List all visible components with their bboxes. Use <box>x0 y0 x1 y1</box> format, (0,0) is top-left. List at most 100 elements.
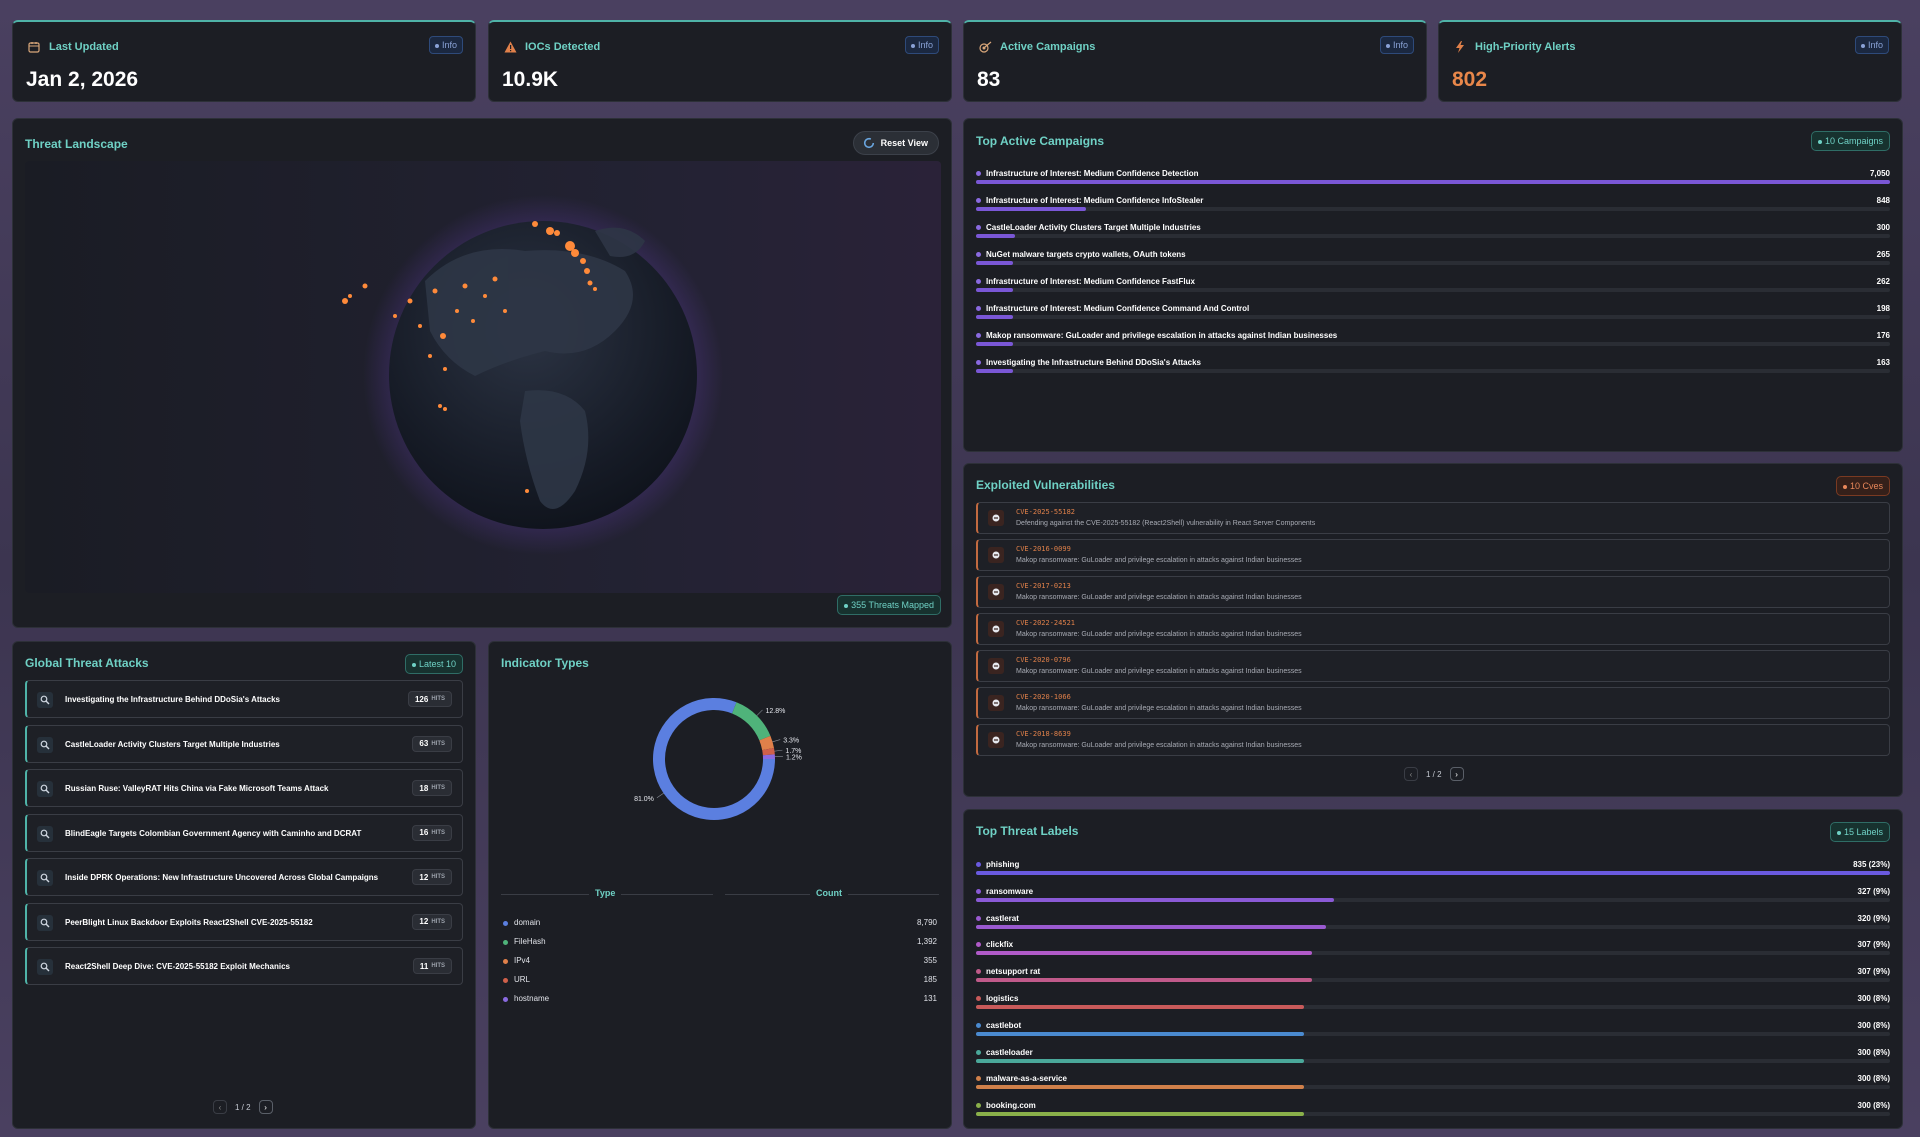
attack-row[interactable]: BlindEagle Targets Colombian Government … <box>25 813 463 852</box>
indicator-dot <box>503 959 508 964</box>
stat-card-iocs-detected: IOCs Detected Info 10.9K <box>488 20 952 102</box>
cve-row[interactable]: CVE-2025-55182 Defending against the CVE-… <box>976 502 1890 534</box>
donut-slice-ipv4[interactable] <box>759 735 774 751</box>
cve-id: CVE-2022-24521 <box>1016 619 1076 627</box>
prev-page-button[interactable]: ‹ <box>213 1100 227 1114</box>
label-bar-fill <box>976 1031 1305 1036</box>
campaign-dot <box>976 333 981 338</box>
cve-row[interactable]: CVE-2020-1066 Makop ransomware: GuLoader … <box>976 687 1890 719</box>
stat-label: Last Updated <box>49 41 119 53</box>
campaign-value: 300 <box>1876 223 1890 232</box>
label-bar-fill <box>976 1058 1305 1063</box>
campaign-bar-fill <box>976 261 1013 265</box>
cve-description: Makop ransomware: GuLoader and privilege… <box>1016 742 1302 749</box>
col-count-header: Count <box>810 888 848 898</box>
prev-page-button[interactable]: ‹ <box>1404 767 1418 781</box>
attack-row[interactable]: CastleLoader Activity Clusters Target Mu… <box>25 724 463 763</box>
label-row[interactable]: castleloader 300 (8%) <box>976 1048 1890 1074</box>
search-icon <box>37 870 53 886</box>
bug-icon <box>988 732 1004 748</box>
globe-viewport[interactable] <box>25 161 941 593</box>
bug-icon <box>988 584 1004 600</box>
campaign-row[interactable]: Infrastructure of Interest: Medium Confi… <box>976 169 1890 195</box>
campaign-bar-fill <box>976 315 1013 319</box>
campaign-dot <box>976 360 981 365</box>
reset-view-button[interactable]: Reset View <box>852 131 939 155</box>
cve-row[interactable]: CVE-2017-0213 Makop ransomware: GuLoader … <box>976 576 1890 608</box>
attack-row[interactable]: Russian Ruse: ValleyRAT Hits China via F… <box>25 769 463 807</box>
campaign-row[interactable]: Investigating the Infrastructure Behind … <box>976 358 1890 384</box>
label-row[interactable]: malware-as-a-service 300 (8%) <box>976 1074 1890 1100</box>
cves-count-badge: 10 Cves <box>1835 476 1890 496</box>
threat-labels-panel: Top Threat Labels 15 Labels phishing 835 … <box>963 809 1903 1129</box>
exploited-vulns-panel: Exploited Vulnerabilities 10 Cves CVE-20… <box>963 463 1903 797</box>
label-value: 300 (8%) <box>1857 994 1890 1003</box>
campaign-bar-fill <box>976 180 1890 184</box>
campaign-row[interactable]: NuGet malware targets crypto wallets, OA… <box>976 250 1890 276</box>
campaign-row[interactable]: CastleLoader Activity Clusters Target Mu… <box>976 223 1890 249</box>
label-row[interactable]: castlebot 300 (8%) <box>976 1021 1890 1047</box>
next-page-button[interactable]: › <box>1449 767 1464 781</box>
cve-id: CVE-2018-8639 <box>1016 730 1071 738</box>
cve-id: CVE-2025-55182 <box>1016 508 1076 516</box>
search-icon <box>37 959 53 975</box>
label-bar-fill <box>976 1112 1305 1117</box>
next-page-button[interactable]: › <box>258 1100 273 1114</box>
cve-description: Makop ransomware: GuLoader and privilege… <box>1016 557 1302 564</box>
stat-value: 802 <box>1452 68 1488 91</box>
label-row[interactable]: phishing 835 (23%) <box>976 860 1890 886</box>
panel-title: Top Threat Labels <box>976 824 1079 838</box>
cve-row[interactable]: CVE-2022-24521 Makop ransomware: GuLoader… <box>976 613 1890 645</box>
cve-row[interactable]: CVE-2018-8639 Makop ransomware: GuLoader … <box>976 724 1890 756</box>
indicator-types-panel: Indicator Types 81.0% 12.8% 3.3% 1.7% 1.2% T… <box>488 641 952 1129</box>
label-dot <box>976 942 981 948</box>
globe-svg[interactable] <box>25 161 941 593</box>
label-name: booking.com <box>986 1101 1036 1111</box>
cve-row[interactable]: CVE-2016-0099 Makop ransomware: GuLoader … <box>976 539 1890 571</box>
campaign-row[interactable]: Infrastructure of Interest: Medium Confi… <box>976 196 1890 222</box>
calendar-icon <box>27 40 41 54</box>
label-row[interactable]: clickfix 307 (9%) <box>976 940 1890 966</box>
label-row[interactable]: castlerat 320 (9%) <box>976 914 1890 940</box>
campaign-bar-fill <box>976 234 1015 238</box>
search-icon <box>37 736 53 753</box>
campaign-value: 265 <box>1876 250 1890 259</box>
label-row[interactable]: ransomware 327 (9%) <box>976 887 1890 913</box>
label-row[interactable]: logistics 300 (8%) <box>976 994 1890 1020</box>
attack-row[interactable]: React2Shell Deep Dive: CVE-2025-55182 Ex… <box>25 947 463 985</box>
campaign-row[interactable]: Makop ransomware: GuLoader and privilege… <box>976 331 1890 357</box>
label-dot <box>976 996 981 1001</box>
info-badge: Info <box>1854 36 1889 54</box>
label-row[interactable]: netsupport rat 307 (9%) <box>976 967 1890 993</box>
attack-row[interactable]: Inside DPRK Operations: New Infrastructu… <box>25 858 463 896</box>
campaign-bar-track <box>976 180 1890 184</box>
campaign-bar-track <box>976 288 1890 292</box>
label-name: phishing <box>986 860 1020 869</box>
donut-label: 81.0% <box>634 796 654 803</box>
indicator-dot <box>503 940 508 945</box>
label-row[interactable]: booking.com 300 (8%) <box>976 1101 1890 1127</box>
cve-description: Makop ransomware: GuLoader and privilege… <box>1016 705 1302 712</box>
hits-badge: 18 HITS <box>412 780 452 796</box>
cve-row[interactable]: CVE-2020-0796 Makop ransomware: GuLoader … <box>976 650 1890 682</box>
indicator-count: 1,392 <box>916 937 937 946</box>
label-name: castlerat <box>986 913 1019 923</box>
campaign-row[interactable]: Infrastructure of Interest: Medium Confi… <box>976 277 1890 303</box>
threats-mapped-badge: 355 Threats Mapped <box>837 595 941 615</box>
label-bar-track <box>976 924 1890 929</box>
campaign-row[interactable]: Infrastructure of Interest: Medium Confi… <box>976 304 1890 330</box>
attack-row[interactable]: PeerBlight Linux Backdoor Exploits React… <box>25 902 463 941</box>
indicator-type: domain <box>514 918 541 927</box>
attack-name: React2Shell Deep Dive: CVE-2025-55182 Ex… <box>65 962 290 971</box>
labels-count-badge: 15 Labels <box>1829 822 1890 842</box>
donut-slice-url[interactable] <box>762 747 775 756</box>
donut-leader-line <box>756 709 763 716</box>
indicator-count: 8,790 <box>916 918 937 927</box>
latest-badge: Latest 10 <box>404 654 463 674</box>
cve-id: CVE-2020-0796 <box>1016 656 1071 664</box>
label-name: castlebot <box>986 1020 1022 1030</box>
stat-value: Jan 2, 2026 <box>26 68 139 91</box>
campaign-name: Infrastructure of Interest: Medium Confi… <box>986 196 1204 205</box>
indicator-dot <box>503 997 508 1002</box>
attack-row[interactable]: Investigating the Infrastructure Behind … <box>25 680 463 718</box>
